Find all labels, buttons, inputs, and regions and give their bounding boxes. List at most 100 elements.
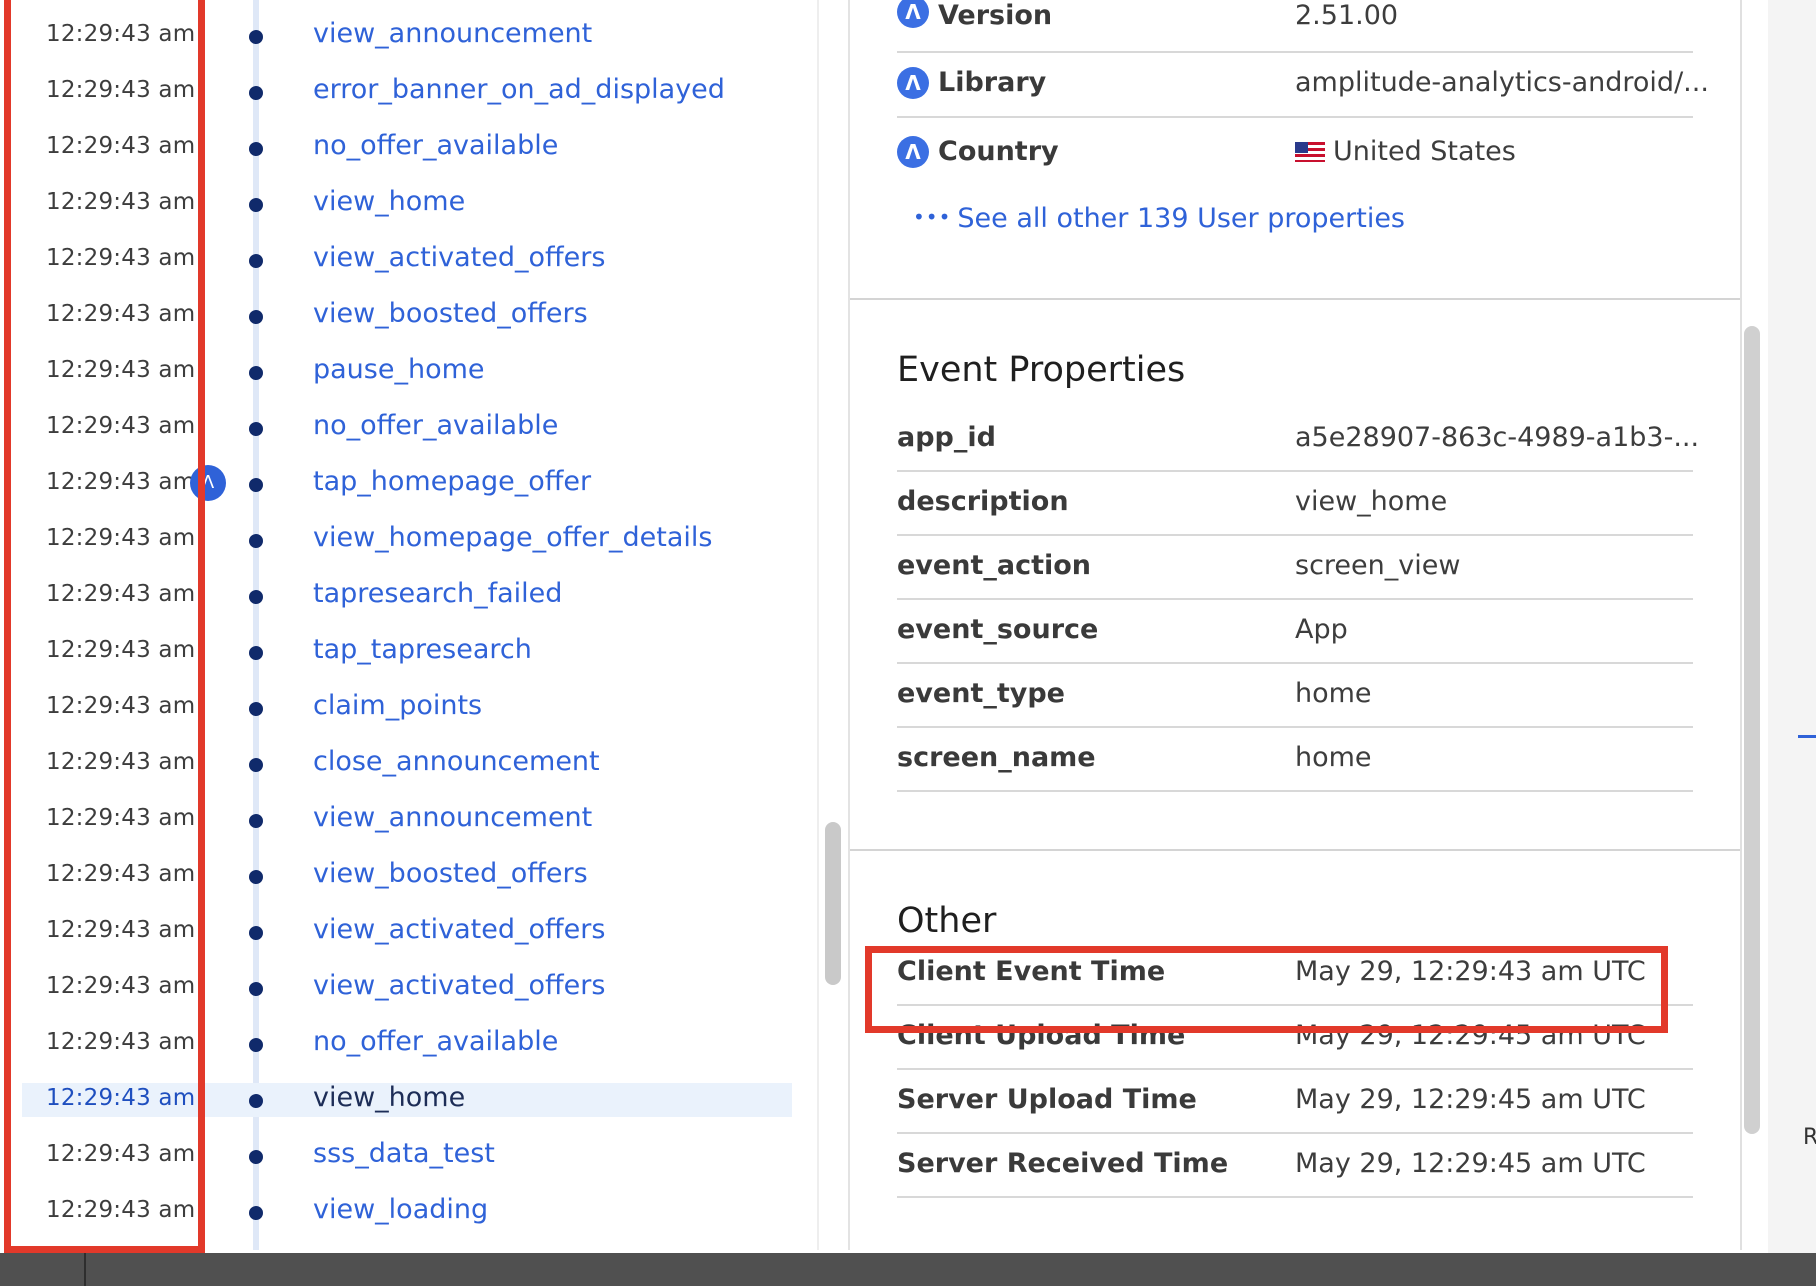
property-value: home (1295, 742, 1372, 773)
property-value: screen_view (1295, 550, 1461, 581)
timeline-dot-icon (249, 478, 263, 492)
event-name-link[interactable]: view_announcement (313, 18, 592, 49)
edge-text: R (1803, 1125, 1816, 1150)
event-property-row: screen_name home (897, 728, 1693, 792)
event-name-link[interactable]: error_banner_on_ad_displayed (313, 74, 725, 105)
timeline-dot-icon (249, 254, 263, 268)
timeline-scrollbar[interactable] (825, 822, 841, 985)
timeline-dot-icon (249, 590, 263, 604)
section-title-other: Other (897, 901, 997, 941)
property-key: event_source (897, 614, 1099, 645)
event-name-link[interactable]: tapresearch_failed (313, 578, 562, 609)
timeline-dot-icon (249, 198, 263, 212)
see-all-label: See all other 139 User properties (957, 203, 1405, 234)
event-name-link[interactable]: sss_data_test (313, 1138, 495, 1169)
event-property-row: event_type home (897, 664, 1693, 728)
timeline-dot-icon (249, 702, 263, 716)
details-scrollbar[interactable] (1744, 326, 1760, 1134)
event-name-link[interactable]: view_announcement (313, 802, 592, 833)
timeline-dot-icon (249, 310, 263, 324)
user-property-row: Λ Library amplitude-analytics-android/..… (897, 51, 1709, 118)
timeline-dot-icon (249, 646, 263, 660)
pane-divider (817, 0, 819, 1250)
property-value: May 29, 12:29:45 am UTC (1295, 1148, 1646, 1179)
timeline-dot-icon (249, 534, 263, 548)
property-key: event_type (897, 678, 1065, 709)
chart-line-fragment (1798, 735, 1816, 738)
section-title-event-properties: Event Properties (897, 350, 1186, 390)
event-name-link[interactable]: view_activated_offers (313, 242, 605, 273)
event-property-row: description view_home (897, 472, 1693, 536)
event-name-link[interactable]: tap_homepage_offer (313, 466, 591, 497)
event-name-link[interactable]: tap_tapresearch (313, 634, 532, 665)
timeline-dot-icon (249, 30, 263, 44)
highlight-box-client-event-time (865, 946, 1668, 1033)
property-key: Server Received Time (897, 1148, 1229, 1179)
other-property-row: Server Received Time May 29, 12:29:45 am … (897, 1134, 1693, 1198)
section-divider (850, 849, 1740, 851)
timeline-dot-icon (249, 366, 263, 380)
property-key: Country (938, 136, 1059, 167)
timeline-dot-icon (249, 142, 263, 156)
background-app-edge: R (1768, 0, 1816, 1286)
event-name-link[interactable]: view_boosted_offers (313, 858, 588, 889)
us-flag-icon (1295, 142, 1325, 162)
event-name-link[interactable]: view_homepage_offer_details (313, 522, 712, 553)
event-property-row: event_source App (897, 600, 1693, 664)
event-name-link[interactable]: view_activated_offers (313, 914, 605, 945)
section-divider (850, 298, 1740, 300)
event-name-link[interactable]: view_loading (313, 1194, 488, 1225)
event-property-row: event_action screen_view (897, 536, 1693, 600)
property-key: app_id (897, 422, 996, 453)
user-property-row: Λ Country United States (897, 134, 1693, 174)
event-name-link[interactable]: view_home (313, 186, 465, 217)
event-name-link[interactable]: claim_points (313, 690, 482, 721)
property-value: App (1295, 614, 1348, 645)
event-name-link[interactable]: view_activated_offers (313, 970, 605, 1001)
event-name-link[interactable]: no_offer_available (313, 130, 558, 161)
property-value: amplitude-analytics-android/... (1295, 67, 1709, 98)
property-value: view_home (1295, 486, 1448, 517)
event-name-link[interactable]: close_announcement (313, 746, 600, 777)
background-bottom-bar (0, 1253, 1816, 1286)
amplitude-icon: Λ (897, 136, 929, 168)
property-value: United States (1295, 136, 1516, 167)
event-details-panel: Λ Version 2.51.00 Λ Library amplitude-an… (850, 0, 1740, 1250)
amplitude-icon: Λ (897, 0, 929, 28)
timeline-dot-icon (249, 758, 263, 772)
property-value: May 29, 12:29:45 am UTC (1295, 1084, 1646, 1115)
event-name-link[interactable]: pause_home (313, 354, 485, 385)
details-scroll-track (1740, 0, 1742, 1250)
user-property-row: Λ Version 2.51.00 (897, 0, 1693, 53)
timeline-dot-icon (249, 1038, 263, 1052)
timeline-dot-icon (249, 926, 263, 940)
property-key: Server Upload Time (897, 1084, 1197, 1115)
property-key: description (897, 486, 1069, 517)
amplitude-icon: Λ (897, 67, 929, 99)
event-name-link[interactable]: no_offer_available (313, 1026, 558, 1057)
event-name-link[interactable]: view_boosted_offers (313, 298, 588, 329)
property-key: Library (938, 67, 1047, 98)
timeline-dot-icon (249, 422, 263, 436)
timeline-dot-icon (249, 1094, 263, 1108)
event-name-link[interactable]: view_home (313, 1082, 465, 1113)
timeline-dot-icon (249, 86, 263, 100)
timeline-dot-icon (249, 982, 263, 996)
more-dots-icon: ••• (913, 205, 952, 229)
property-key: screen_name (897, 742, 1096, 773)
property-value: 2.51.00 (1295, 0, 1399, 31)
property-value: a5e28907-863c-4989-a1b3-... (1295, 422, 1700, 453)
event-name-link[interactable]: no_offer_available (313, 410, 558, 441)
bar-divider (84, 1253, 86, 1286)
property-key: Version (938, 0, 1053, 31)
see-all-user-properties-link[interactable]: ••• See all other 139 User properties (913, 203, 1405, 234)
timeline-dot-icon (249, 870, 263, 884)
highlight-box-timestamps (4, 0, 205, 1253)
timeline-dot-icon (249, 1206, 263, 1220)
property-value: home (1295, 678, 1372, 709)
event-property-row: app_id a5e28907-863c-4989-a1b3-... (897, 408, 1699, 472)
timeline-dot-icon (249, 1150, 263, 1164)
property-key: event_action (897, 550, 1092, 581)
other-property-row: Server Upload Time May 29, 12:29:45 am UT… (897, 1070, 1693, 1134)
timeline-dot-icon (249, 814, 263, 828)
